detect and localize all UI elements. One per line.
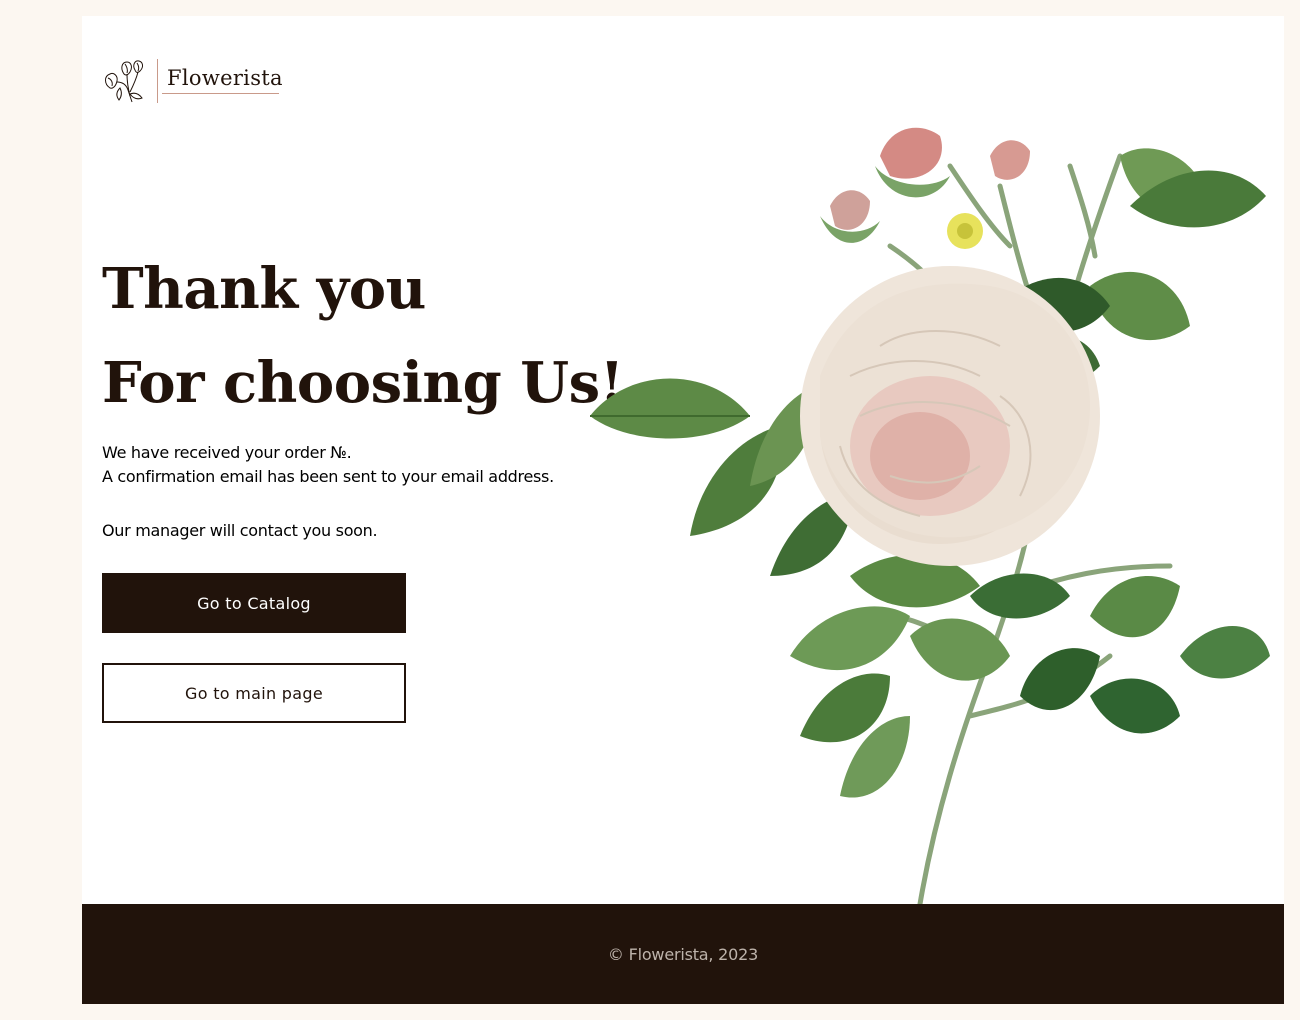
go-to-main-page-button[interactable]: Go to main page <box>102 663 406 723</box>
copyright-text: © Flowerista, 2023 <box>607 944 759 964</box>
footer: © Flowerista, 2023 <box>82 904 1284 1004</box>
go-to-catalog-button[interactable]: Go to Catalog <box>102 573 406 633</box>
logo-wordmark: Flowerista <box>167 66 283 90</box>
logo-underline <box>162 93 279 94</box>
page-title-line-1: Thank you <box>102 256 426 322</box>
thank-you-page: Flowerista Thank you For choosing Us! We… <box>82 16 1284 904</box>
confirmation-email-text: A confirmation email has been sent to yo… <box>102 467 554 486</box>
logo[interactable]: Flowerista <box>102 58 283 104</box>
page-title-line-2: For choosing Us! <box>102 350 624 416</box>
rose-illustration <box>590 127 1270 904</box>
logo-divider <box>157 59 158 103</box>
flower-sketch-icon <box>105 60 143 103</box>
order-received-text: We have received your order №. <box>102 443 352 462</box>
manager-contact-text: Our manager will contact you soon. <box>102 521 378 540</box>
go-to-main-page-label: Go to main page <box>185 683 323 703</box>
go-to-catalog-label: Go to Catalog <box>197 593 311 613</box>
